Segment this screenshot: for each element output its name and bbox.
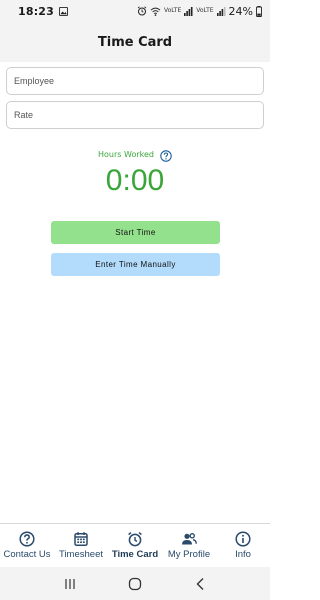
help-circle-icon <box>19 531 35 547</box>
nav-label-time-card: Time Card <box>111 549 159 560</box>
signal-icon-2 <box>216 6 226 16</box>
volte-label-1: VoLTE <box>163 7 182 14</box>
employee-field[interactable] <box>6 67 264 95</box>
battery-percent: 24% <box>228 4 253 18</box>
start-time-button[interactable]: Start Time <box>51 221 220 244</box>
home-icon <box>128 577 142 590</box>
alarm-clock-icon <box>128 532 142 547</box>
alarm-status-icon <box>137 6 147 16</box>
people-icon <box>182 533 197 545</box>
hours-worked-value: 0:00 <box>105 164 165 197</box>
battery-icon <box>256 5 262 17</box>
recent-apps-icon <box>65 578 75 589</box>
gallery-notification-icon <box>59 6 69 16</box>
enter-time-manually-button[interactable]: Enter Time Manually <box>51 253 220 276</box>
back-icon <box>196 577 204 590</box>
app-header: Time Card <box>0 22 270 62</box>
signal-icon-1 <box>184 6 193 16</box>
nav-info[interactable]: Info <box>216 524 270 567</box>
calendar-icon <box>74 532 88 547</box>
nav-timesheet[interactable]: Timesheet <box>54 524 108 567</box>
recent-apps-button[interactable] <box>60 574 80 594</box>
status-time: 18:23 <box>18 4 55 18</box>
info-icon <box>235 531 251 547</box>
bottom-navigation: Contact Us Timesheet Time Card My Profil… <box>0 523 270 567</box>
wifi-icon <box>150 7 161 16</box>
nav-label-timesheet: Timesheet <box>59 549 103 560</box>
rate-field[interactable] <box>6 101 264 129</box>
system-navigation-bar <box>0 567 270 600</box>
back-button[interactable] <box>190 574 210 594</box>
hours-worked-row: Hours Worked <box>0 146 270 162</box>
nav-my-profile[interactable]: My Profile <box>162 524 216 567</box>
nav-label-contact-us: Contact Us <box>3 549 51 560</box>
nav-time-card[interactable]: Time Card <box>108 524 162 567</box>
volte-label-2: VoLTE <box>196 7 214 14</box>
hours-worked-label: Hours Worked <box>98 149 154 159</box>
nav-label-info: Info <box>235 549 251 560</box>
help-icon[interactable] <box>160 150 172 162</box>
status-bar: 18:23 VoLTE VoLTE 24% <box>0 0 270 22</box>
nav-contact-us[interactable]: Contact Us <box>0 524 54 567</box>
nav-label-my-profile: My Profile <box>167 549 211 560</box>
page-title: Time Card <box>97 34 173 50</box>
home-button[interactable] <box>125 574 145 594</box>
